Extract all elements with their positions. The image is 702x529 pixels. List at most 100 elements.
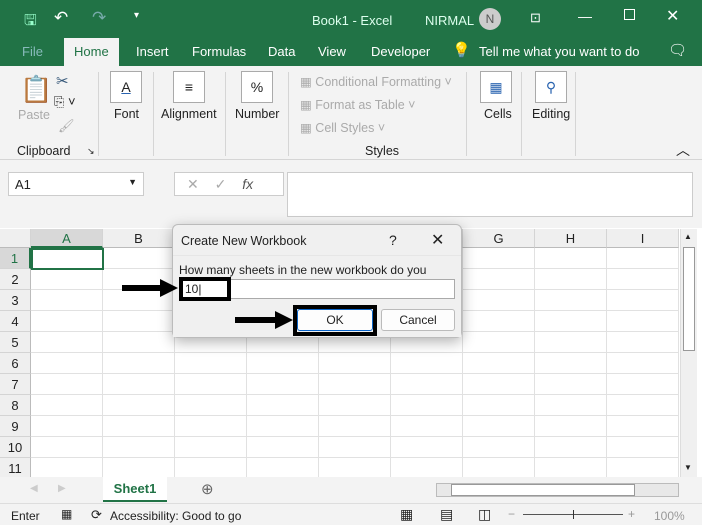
cell[interactable] bbox=[463, 395, 535, 416]
cell[interactable] bbox=[463, 437, 535, 458]
row-header[interactable]: 10 bbox=[0, 437, 31, 458]
sheet-tab-sheet1[interactable]: Sheet1 bbox=[103, 477, 167, 502]
cell[interactable] bbox=[535, 290, 607, 311]
cell[interactable] bbox=[607, 311, 679, 332]
cell[interactable] bbox=[463, 311, 535, 332]
cell[interactable] bbox=[319, 374, 391, 395]
name-box[interactable]: A1 ▼ bbox=[8, 172, 144, 196]
scroll-down-icon[interactable]: ▼ bbox=[684, 463, 692, 472]
cell[interactable] bbox=[31, 395, 103, 416]
cell-styles-button[interactable]: ▦ Cell Styles ˅ bbox=[300, 120, 385, 135]
cell[interactable] bbox=[31, 311, 103, 332]
cell[interactable] bbox=[463, 416, 535, 437]
comments-icon[interactable]: 🗨 bbox=[668, 41, 687, 59]
cell[interactable] bbox=[463, 290, 535, 311]
cell[interactable] bbox=[103, 353, 175, 374]
cell[interactable] bbox=[103, 395, 175, 416]
font-icon[interactable]: A bbox=[110, 71, 142, 103]
select-all-corner[interactable] bbox=[0, 229, 31, 248]
column-header[interactable]: A bbox=[31, 229, 103, 248]
zoom-level[interactable]: 100% bbox=[654, 509, 685, 523]
cell[interactable] bbox=[103, 311, 175, 332]
page-break-icon[interactable]: ◫ bbox=[478, 506, 491, 523]
cell[interactable] bbox=[103, 458, 175, 479]
cell[interactable] bbox=[607, 332, 679, 353]
horizontal-scrollbar[interactable] bbox=[436, 483, 679, 497]
cell[interactable] bbox=[319, 353, 391, 374]
cell[interactable] bbox=[247, 395, 319, 416]
cells-button[interactable]: Cells bbox=[484, 107, 512, 121]
column-header[interactable]: I bbox=[607, 229, 679, 248]
save-icon[interactable]: 🖫 bbox=[24, 10, 37, 35]
cell[interactable] bbox=[319, 437, 391, 458]
insert-function-button[interactable]: fx bbox=[242, 176, 253, 192]
cell[interactable] bbox=[175, 437, 247, 458]
dialog-close-icon[interactable]: ✕ bbox=[431, 230, 444, 250]
cell[interactable] bbox=[391, 437, 463, 458]
customize-qat-icon[interactable]: ▾ bbox=[134, 10, 139, 21]
row-header[interactable]: 7 bbox=[0, 374, 31, 395]
minimize-icon[interactable]: — bbox=[578, 8, 592, 24]
zoom-slider-thumb[interactable] bbox=[573, 510, 574, 519]
cell[interactable] bbox=[247, 458, 319, 479]
cell[interactable] bbox=[535, 332, 607, 353]
horizontal-scroll-thumb[interactable] bbox=[451, 484, 635, 496]
format-as-table-button[interactable]: ▦ Format as Table ˅ bbox=[300, 97, 415, 112]
ok-button[interactable]: OK bbox=[297, 309, 373, 331]
cancel-button[interactable]: Cancel bbox=[381, 309, 455, 331]
number-button[interactable]: Number bbox=[235, 107, 279, 121]
zoom-out-icon[interactable]: − bbox=[508, 507, 515, 521]
dialog-launcher-icon[interactable]: ↘ bbox=[87, 146, 95, 157]
cell[interactable] bbox=[535, 353, 607, 374]
cell[interactable] bbox=[391, 458, 463, 479]
sheet-count-value-highlight[interactable]: 10| bbox=[179, 277, 231, 301]
prev-sheet-icon[interactable]: ◀ bbox=[30, 483, 38, 494]
chevron-down-icon[interactable]: ▼ bbox=[128, 177, 137, 187]
cell[interactable] bbox=[31, 269, 103, 290]
cancel-icon[interactable]: ✕ bbox=[187, 176, 199, 192]
cell[interactable] bbox=[31, 374, 103, 395]
cell[interactable] bbox=[103, 437, 175, 458]
next-sheet-icon[interactable]: ▶ bbox=[58, 483, 66, 494]
cell[interactable] bbox=[175, 395, 247, 416]
macro-recording-icon[interactable]: ▦ bbox=[61, 507, 72, 521]
tab-formulas[interactable]: Formulas bbox=[192, 44, 246, 59]
add-sheet-icon[interactable]: ⊕ bbox=[201, 480, 214, 498]
normal-view-icon[interactable]: ▦ bbox=[400, 506, 413, 523]
enter-icon[interactable]: ✓ bbox=[215, 176, 227, 192]
cell[interactable] bbox=[175, 416, 247, 437]
help-button[interactable]: ? bbox=[389, 232, 397, 248]
cell[interactable] bbox=[175, 458, 247, 479]
cell[interactable] bbox=[31, 437, 103, 458]
cell[interactable] bbox=[247, 416, 319, 437]
cell[interactable] bbox=[103, 248, 175, 269]
cell[interactable] bbox=[607, 248, 679, 269]
cell[interactable] bbox=[31, 290, 103, 311]
cell[interactable] bbox=[391, 374, 463, 395]
cell[interactable] bbox=[103, 332, 175, 353]
cell[interactable] bbox=[175, 353, 247, 374]
cell[interactable] bbox=[607, 458, 679, 479]
cell[interactable] bbox=[247, 437, 319, 458]
cell[interactable] bbox=[535, 311, 607, 332]
alignment-button[interactable]: Alignment bbox=[161, 107, 217, 121]
column-header[interactable]: H bbox=[535, 229, 607, 248]
format-painter-icon[interactable]: 🖌 bbox=[58, 118, 75, 134]
cell[interactable] bbox=[535, 269, 607, 290]
font-button[interactable]: Font bbox=[114, 107, 139, 121]
vertical-scrollbar[interactable]: ▲ ▼ bbox=[680, 229, 697, 477]
row-header[interactable]: 5 bbox=[0, 332, 31, 353]
row-header[interactable]: 1 bbox=[0, 248, 31, 269]
cell[interactable] bbox=[31, 458, 103, 479]
cell[interactable] bbox=[319, 458, 391, 479]
cell[interactable] bbox=[463, 374, 535, 395]
cell[interactable] bbox=[535, 248, 607, 269]
editing-button[interactable]: Editing bbox=[532, 107, 570, 121]
cell[interactable] bbox=[103, 416, 175, 437]
cell[interactable] bbox=[535, 458, 607, 479]
active-cell-a1[interactable] bbox=[31, 248, 104, 270]
paste-icon[interactable]: 📋 bbox=[20, 74, 52, 105]
scroll-up-icon[interactable]: ▲ bbox=[684, 232, 692, 241]
cell[interactable] bbox=[607, 395, 679, 416]
copy-icon[interactable]: ⎘ ˅ bbox=[54, 94, 76, 110]
